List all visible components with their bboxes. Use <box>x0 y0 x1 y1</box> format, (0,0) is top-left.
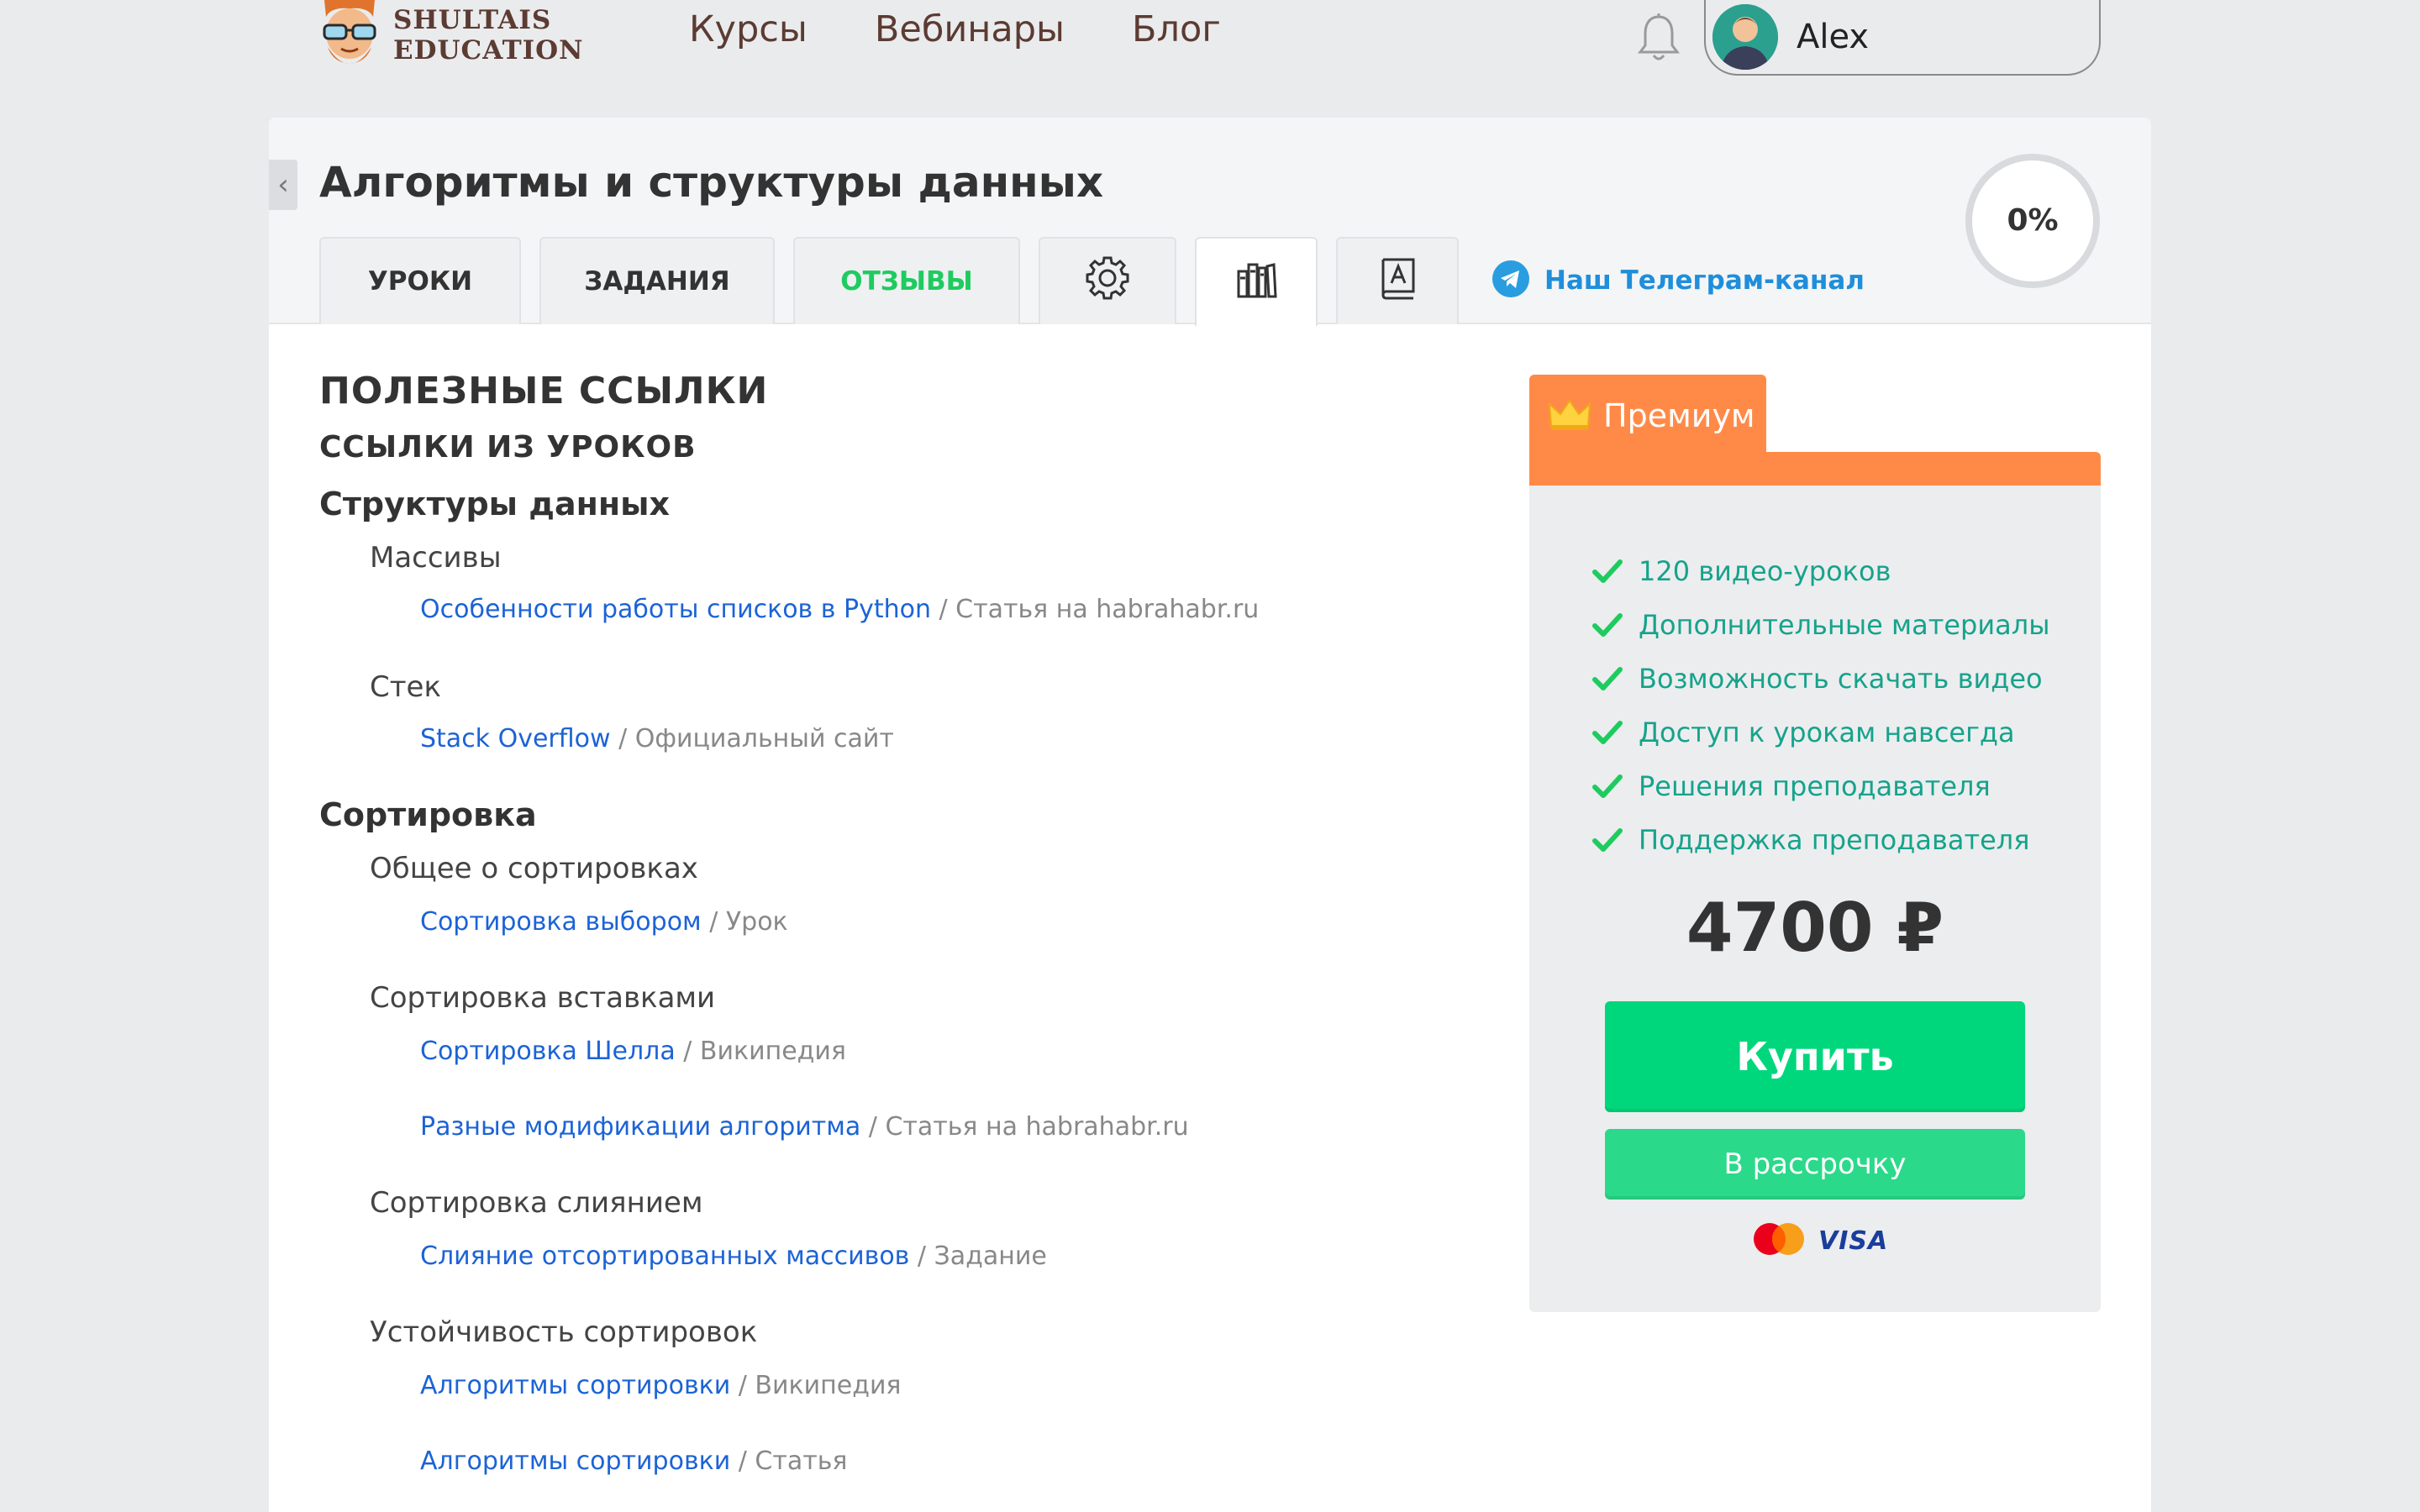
tab-useful-links[interactable] <box>1195 237 1318 326</box>
gear-icon <box>1084 255 1131 308</box>
list-item: Разные модификации алгоритма / Статья на… <box>420 1112 1189 1142</box>
list-item: Особенности работы списков в Python / Ст… <box>420 595 1259 624</box>
resource-source: / Статья на habrahabr.ru <box>930 595 1260 624</box>
check-icon <box>1592 828 1623 852</box>
category-heading: Сортировка <box>319 796 537 833</box>
resource-source: / Задание <box>909 1242 1047 1271</box>
feature-text: Доступ к урокам навсегда <box>1639 717 2015 748</box>
feature-text: Возможность скачать видео <box>1639 663 2043 695</box>
feature-text: Поддержка преподавателя <box>1639 824 2030 856</box>
tab-lessons[interactable]: УРОКИ <box>319 237 521 324</box>
premium-label: Премиум <box>1603 397 1755 434</box>
page-title: Алгоритмы и структуры данных <box>319 158 1104 207</box>
telegram-icon <box>1492 260 1529 301</box>
logo-mascot-icon <box>318 0 381 74</box>
user-name: Alex <box>1797 18 1870 56</box>
check-icon <box>1592 721 1623 744</box>
user-menu[interactable]: Alex <box>1704 0 2101 76</box>
resource-link[interactable]: Слияние отсортированных массивов <box>420 1242 909 1271</box>
premium-plan: Премиум 120 видео-уроков Дополнительные … <box>1529 375 2101 1312</box>
resource-link[interactable]: Алгоритмы сортировки <box>420 1446 730 1476</box>
resource-source: / Википедия <box>730 1371 902 1400</box>
feature-text: Решения преподавателя <box>1639 770 1991 802</box>
resource-link[interactable]: Алгоритмы сортировки <box>420 1371 730 1400</box>
check-icon <box>1592 667 1623 690</box>
category-heading: Структуры данных <box>319 486 670 522</box>
section-subtitle: ССЫЛКИ ИЗ УРОКОВ <box>319 430 697 465</box>
books-icon <box>1235 258 1277 307</box>
resource-source: / Статья <box>730 1446 848 1476</box>
resource-source: / Википедия <box>675 1037 846 1066</box>
resource-link[interactable]: Stack Overflow <box>420 724 611 753</box>
list-item: Дополнительные материалы <box>1591 598 2049 652</box>
top-navigation: SHULTAIS EDUCATION Курсы Вебинары Блог A… <box>0 0 2420 109</box>
list-item: Сортировка выбором / Урок <box>420 907 788 937</box>
resource-source: / Официальный сайт <box>610 724 894 753</box>
dictionary-icon <box>1376 256 1418 307</box>
nav-courses[interactable]: Курсы <box>689 8 808 50</box>
course-tabs: УРОКИ ЗАДАНИЯ ОТЗЫВЫ Наш Телеграм-канал <box>319 237 1865 326</box>
list-item: Слияние отсортированных массивов / Задан… <box>420 1242 1047 1271</box>
resource-source: / Статья на habrahabr.ru <box>860 1112 1189 1142</box>
avatar <box>1712 4 1778 70</box>
price: 4700 ₽ <box>1686 889 1944 967</box>
topic-heading: Сортировка вставками <box>370 981 716 1015</box>
topic-heading: Массивы <box>370 541 502 575</box>
topic-heading: Стек <box>370 670 441 704</box>
telegram-label: Наш Телеграм-канал <box>1544 265 1865 296</box>
telegram-link[interactable]: Наш Телеграм-канал <box>1492 260 1865 297</box>
tab-dictionary[interactable] <box>1336 237 1459 324</box>
section-title: ПОЛЕЗНЫЕ ССЫЛКИ <box>319 370 769 412</box>
crown-icon <box>1548 397 1591 434</box>
check-icon <box>1592 559 1623 583</box>
list-item: Сортировка Шелла / Википедия <box>420 1037 846 1066</box>
list-item: Stack Overflow / Официальный сайт <box>420 724 894 753</box>
installment-button[interactable]: В рассрочку <box>1605 1129 2025 1200</box>
list-item: Возможность скачать видео <box>1591 652 2049 706</box>
logo-text: SHULTAIS EDUCATION <box>393 5 583 66</box>
tab-tasks[interactable]: ЗАДАНИЯ <box>539 237 775 324</box>
logo-line-2: EDUCATION <box>393 35 584 66</box>
premium-tab: Премиум <box>1529 375 1766 457</box>
main-nav: Курсы Вебинары Блог <box>689 8 1221 50</box>
course-header: ‹ Алгоритмы и структуры данных УРОКИ ЗАД… <box>269 118 2151 326</box>
list-item: Поддержка преподавателя <box>1591 813 2049 867</box>
buy-button[interactable]: Купить <box>1605 1001 2025 1112</box>
mastercard-icon <box>1751 1221 1807 1260</box>
feature-list: 120 видео-уроков Дополнительные материал… <box>1591 544 2049 867</box>
list-item: Алгоритмы сортировки / Статья <box>420 1446 847 1476</box>
collapse-chevron-icon[interactable]: ‹ <box>269 160 297 210</box>
premium-strip <box>1529 452 2101 486</box>
course-progress: 0% <box>1963 151 2102 291</box>
notification-bell-icon[interactable] <box>1634 12 1684 64</box>
logo-line-1: SHULTAIS <box>393 5 552 35</box>
tab-settings[interactable] <box>1039 237 1176 324</box>
resource-link[interactable]: Сортировка Шелла <box>420 1037 676 1066</box>
topic-heading: Сортировка слиянием <box>370 1186 703 1220</box>
list-item: Доступ к урокам навсегда <box>1591 706 2049 759</box>
topic-heading: Общее о сортировках <box>370 852 698 885</box>
premium-body: 120 видео-уроков Дополнительные материал… <box>1529 486 2101 1312</box>
resource-source: / Урок <box>701 907 788 937</box>
topic-heading: Устойчивость сортировок <box>370 1315 758 1349</box>
progress-percent: 0% <box>2007 203 2059 238</box>
tab-reviews[interactable]: ОТЗЫВЫ <box>793 237 1020 324</box>
feature-text: 120 видео-уроков <box>1639 555 1891 587</box>
payment-logos: VISA <box>1751 1221 1888 1260</box>
feature-text: Дополнительные материалы <box>1639 609 2050 641</box>
nav-blog[interactable]: Блог <box>1132 8 1221 50</box>
list-item: 120 видео-уроков <box>1591 544 2049 598</box>
logo[interactable]: SHULTAIS EDUCATION <box>318 0 583 74</box>
course-card: ‹ Алгоритмы и структуры данных УРОКИ ЗАД… <box>269 118 2151 1512</box>
resource-link[interactable]: Сортировка выбором <box>420 907 702 937</box>
nav-webinars[interactable]: Вебинары <box>875 8 1065 50</box>
check-icon <box>1592 774 1623 798</box>
check-icon <box>1592 613 1623 637</box>
resource-link[interactable]: Разные модификации алгоритма <box>420 1112 860 1142</box>
list-item: Алгоритмы сортировки / Википедия <box>420 1371 901 1400</box>
resource-link[interactable]: Особенности работы списков в Python <box>420 595 931 624</box>
visa-logo: VISA <box>1818 1226 1889 1256</box>
list-item: Решения преподавателя <box>1591 759 2049 813</box>
